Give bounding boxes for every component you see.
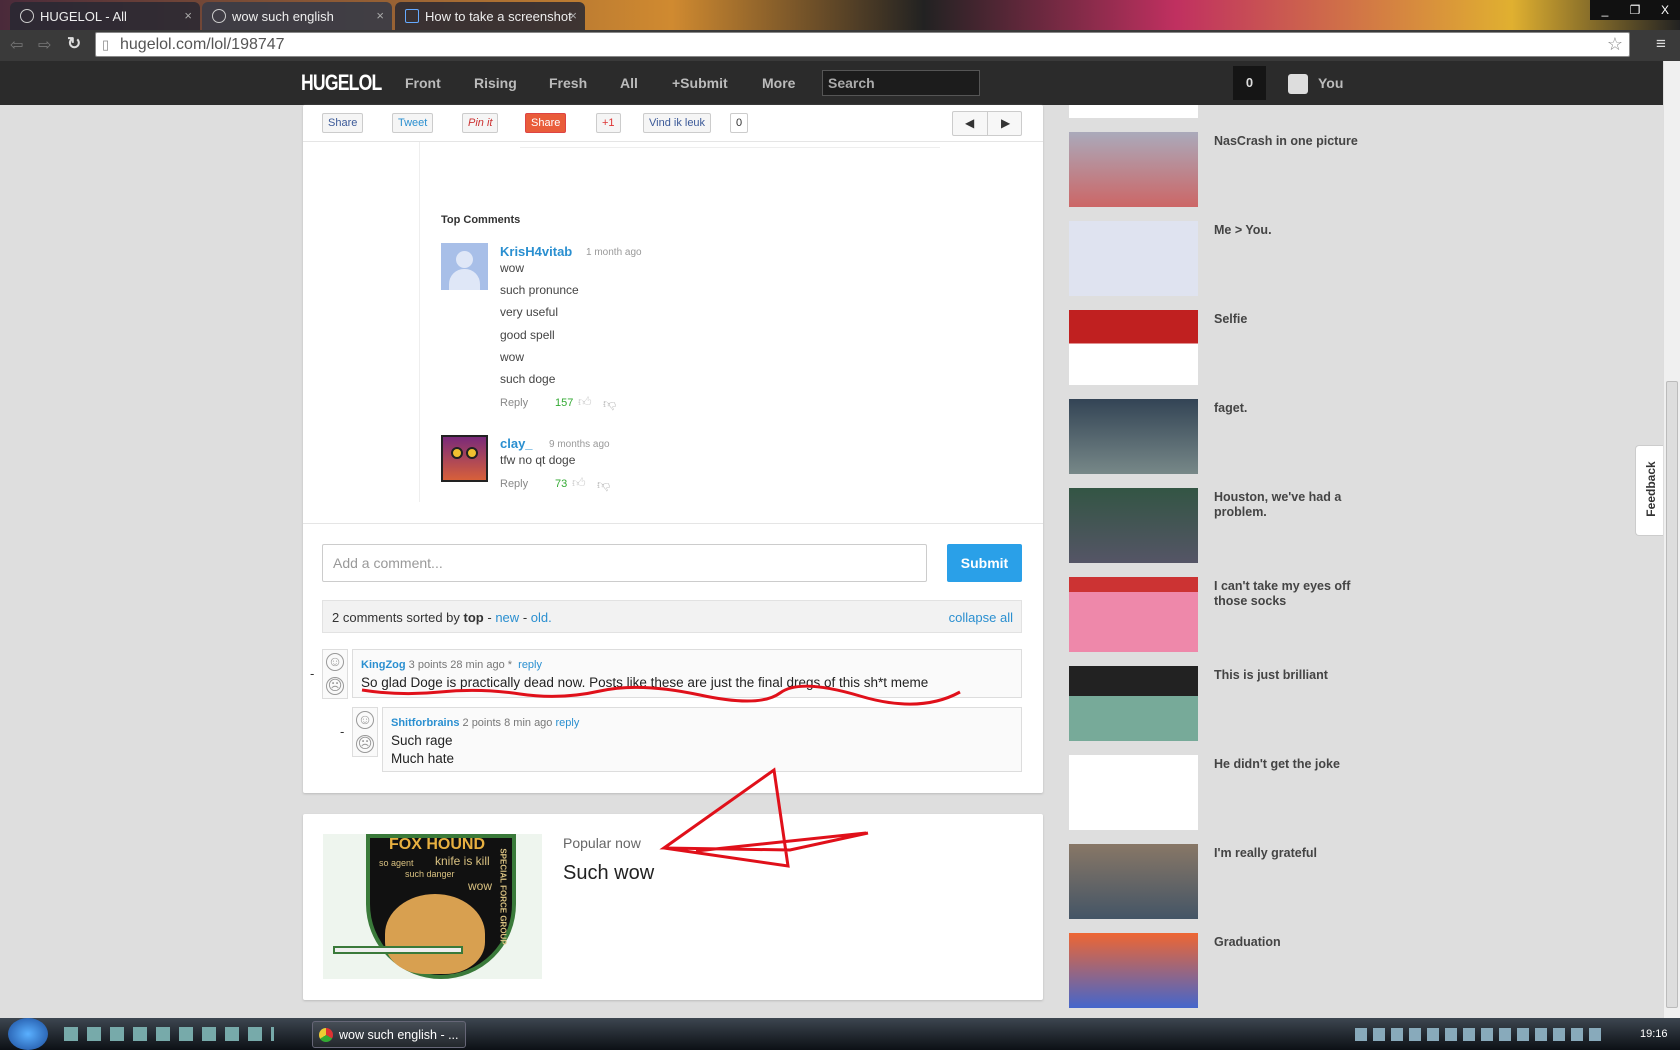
red-arrow (659, 767, 869, 868)
system-tray-icons[interactable] (1355, 1028, 1605, 1041)
chrome-icon (319, 1028, 333, 1042)
quick-launch-icons[interactable] (64, 1027, 274, 1041)
taskbar-chrome-window[interactable]: wow such english - ... (312, 1021, 466, 1048)
taskbar-window-label: wow such english - ... (339, 1028, 459, 1042)
red-annotation-layer (361, 684, 961, 868)
red-underline (361, 684, 961, 706)
windows-taskbar: wow such english - ... 19:16 (0, 1018, 1680, 1050)
clock[interactable]: 19:16 (1640, 1028, 1668, 1040)
start-button[interactable] (8, 1018, 48, 1050)
